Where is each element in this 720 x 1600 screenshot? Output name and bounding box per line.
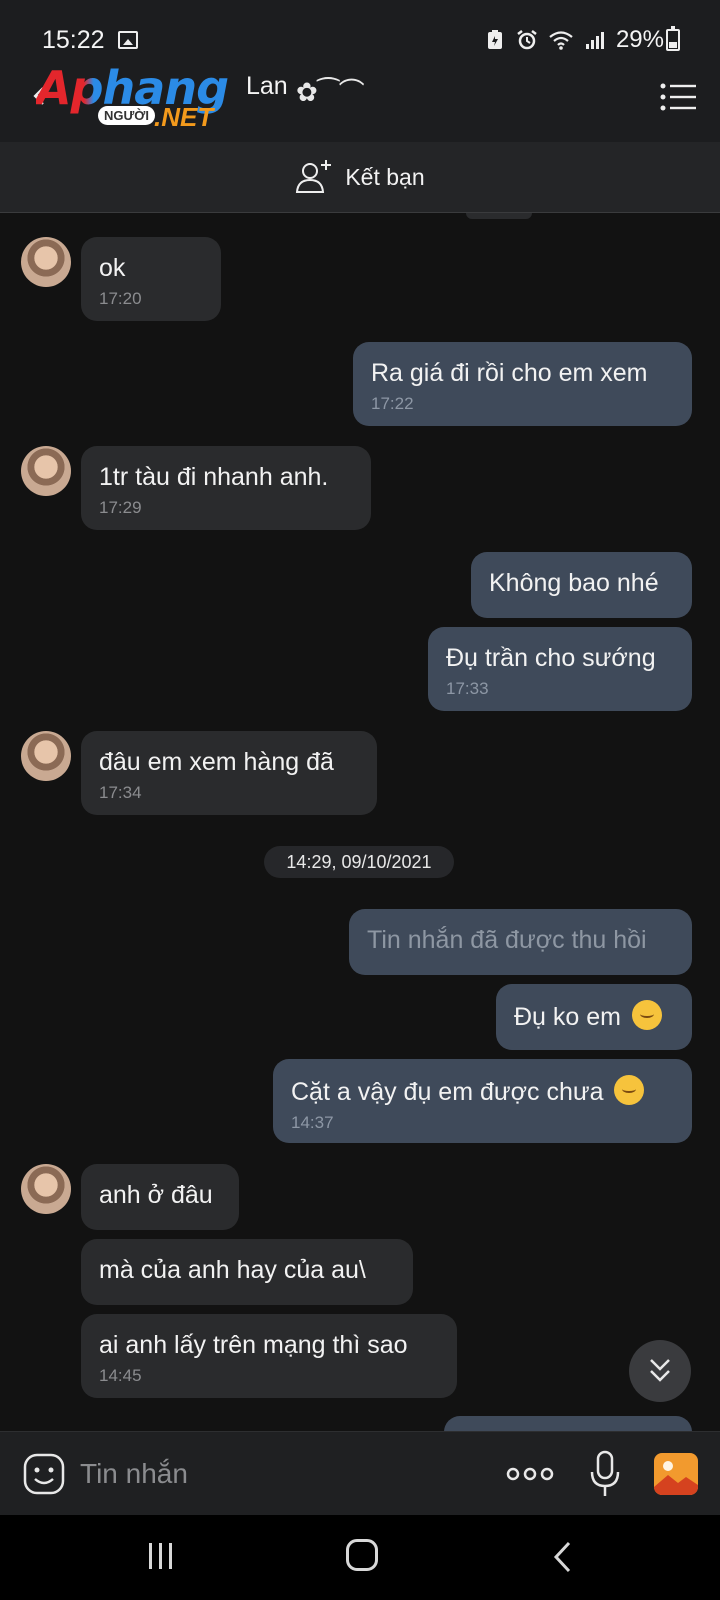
message-text: ok [99,254,126,282]
system-nav-bar [0,1515,720,1600]
message-text: Đụ ko em [514,1003,621,1031]
message-bubble-incoming[interactable]: đâu em xem hàng đã 17:34 [81,731,377,815]
alarm-icon [517,30,537,50]
contact-name[interactable]: Lan [246,72,288,101]
message-bubble-incoming[interactable]: mà của anh hay của au\ [81,1239,413,1305]
add-friend-bar[interactable]: Kết bạn [0,142,720,213]
date-separator: 14:29, 09/10/2021 [264,846,454,878]
status-time: 15:22 [42,26,105,54]
name-decoration: ✿⁀⌒ [296,77,365,107]
avatar[interactable] [21,237,71,287]
message-bubble-incoming[interactable]: anh ở đâu [81,1164,239,1230]
chevron-double-down-icon [650,1359,670,1382]
battery-percent: 29% [615,26,664,53]
message-time: 14:37 [291,1113,334,1132]
message-bubble-recalled[interactable]: Tin nhắn đã được thu hồi [349,909,692,975]
message-text: Cặt a vậy đụ em được chưa [291,1078,604,1106]
thinking-face-emoji-icon [631,1000,662,1030]
message-bubble-outgoing[interactable]: Đụ trần cho sướng 17:33 [428,627,692,711]
message-bubble-outgoing[interactable]: Đụ ko em [496,984,692,1050]
message-text: đâu em xem hàng đã [99,748,334,776]
message-text: Tin nhắn đã được thu hồi [367,926,647,954]
scroll-indicator [466,213,532,219]
avatar[interactable] [21,731,71,781]
watermark-logo-suffix: .NET [154,102,214,132]
message-bubble-incoming[interactable]: ai anh lấy trên mạng thì sao 14:45 [81,1314,457,1398]
message-bubble-incoming[interactable]: ok 17:20 [81,237,221,321]
battery-icon [666,26,680,51]
message-time: 17:22 [371,394,414,413]
message-text: anh ở đâu [99,1181,213,1209]
battery-saver-icon [487,30,502,49]
avatar[interactable] [21,446,71,496]
message-bubble-outgoing[interactable]: Cặt a vậy đụ em được chưa 14:37 [273,1059,692,1143]
thinking-face-emoji-icon [614,1075,645,1105]
watermark-logo: Aphang NGƯỜI .NET [36,62,256,138]
message-text: Đụ trần cho sướng [446,644,656,672]
message-bubble-outgoing[interactable]: Không bao nhé [471,552,692,618]
message-bubble-outgoing-partial[interactable] [444,1416,692,1431]
watermark-logo-sub: NGƯỜI [98,106,155,125]
status-bar: 15:22 29% [0,0,720,58]
add-friend-icon [296,160,332,193]
message-time: 17:29 [99,498,142,517]
menu-list-icon[interactable] [660,82,696,112]
image-picker-button[interactable] [654,1453,698,1495]
message-text-row: Cặt a vậy đụ em được chưa [291,1075,674,1107]
message-text: Ra giá đi rồi cho em xem [371,359,648,387]
chat-header: Aphang NGƯỜI .NET Lan ✿⁀⌒ [0,58,720,142]
home-icon[interactable] [346,1539,378,1571]
message-text: Không bao nhé [489,569,659,597]
signal-icon [585,32,604,49]
message-time: 14:45 [99,1366,142,1385]
message-time: 17:34 [99,783,142,802]
nav-back-icon[interactable] [552,1541,572,1573]
add-friend-label: Kết bạn [345,163,425,190]
message-time: 17:33 [446,679,489,698]
message-text: mà của anh hay của au\ [99,1256,366,1284]
message-text: ai anh lấy trên mạng thì sao [99,1331,408,1359]
message-text-row: Đụ ko em [514,1000,674,1032]
scroll-to-bottom-button[interactable] [629,1340,691,1402]
gallery-notification-icon [118,31,138,49]
recent-apps-icon[interactable] [146,1541,176,1571]
message-bubble-outgoing[interactable]: Ra giá đi rồi cho em xem 17:22 [353,342,692,426]
wifi-icon [549,31,573,50]
microphone-icon[interactable] [588,1450,622,1498]
message-input[interactable] [80,1452,480,1496]
more-dots-icon[interactable] [506,1462,554,1486]
message-text: 1tr tàu đi nhanh anh. [99,463,329,491]
status-icons: 29% [484,26,664,54]
message-list[interactable]: ok 17:20 Ra giá đi rồi cho em xem 17:22 … [0,213,720,1431]
message-input-bar [0,1431,720,1515]
message-bubble-incoming[interactable]: 1tr tàu đi nhanh anh. 17:29 [81,446,371,530]
image-icon [654,1461,698,1495]
message-time: 17:20 [99,289,142,308]
smiley-icon[interactable] [23,1453,65,1495]
avatar[interactable] [21,1164,71,1214]
